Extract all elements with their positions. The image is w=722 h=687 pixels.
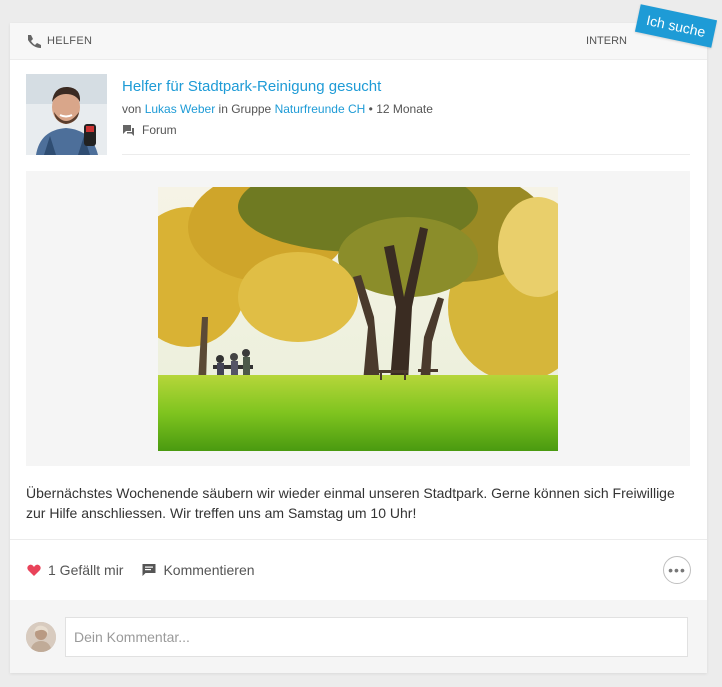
post-meta: Helfer für Stadtpark-Reinigung gesucht v… [122, 78, 690, 137]
ribbon-badge: Ich suche [635, 4, 718, 48]
more-icon: ••• [668, 561, 686, 578]
separator-dot: • [368, 102, 373, 116]
more-options-button[interactable]: ••• [663, 555, 691, 584]
post-media [26, 171, 690, 466]
author-link[interactable]: Lukas Weber [145, 102, 215, 116]
like-button[interactable]: 1 Gefällt mir [26, 562, 123, 578]
group-link[interactable]: Naturfreunde CH [275, 102, 366, 116]
comment-label: Kommentieren [163, 561, 255, 578]
comment-button[interactable]: Kommentieren [141, 561, 255, 578]
forum-icon [122, 124, 135, 137]
channel-line: Forum [122, 123, 690, 137]
comment-composer [10, 600, 707, 673]
meta-divider [122, 154, 690, 155]
helping-hand-icon [26, 33, 42, 49]
post-card: HELFEN INTERN Ich suche Helfer für Stadt… [10, 4, 718, 673]
like-label: 1 Gefällt mir [48, 561, 124, 578]
current-user-avatar [26, 622, 56, 652]
comment-input[interactable] [65, 617, 688, 657]
comment-icon [141, 562, 157, 578]
visibility-label: INTERN [586, 35, 627, 47]
byline: von Lukas Weber in Gruppe Naturfreunde C… [122, 102, 690, 116]
heart-icon [26, 562, 42, 578]
post-card-header: HELFEN INTERN Ich suche [10, 4, 718, 60]
park-image[interactable] [158, 187, 558, 451]
post-head: Helfer für Stadtpark-Reinigung gesucht v… [26, 74, 690, 155]
by-prefix: von [122, 102, 142, 116]
category-label: HELFEN [47, 35, 93, 47]
author-avatar[interactable] [26, 74, 107, 155]
post-time: 12 Monate [376, 102, 433, 116]
post-body: Übernächstes Wochenende säubern wir wied… [26, 485, 675, 521]
post-title[interactable]: Helfer für Stadtpark-Reinigung gesucht [122, 78, 690, 95]
post-actions: 1 Gefällt mir Kommentieren ••• [10, 539, 707, 599]
group-prefix: in Gruppe [218, 102, 272, 116]
channel-label[interactable]: Forum [142, 123, 177, 137]
